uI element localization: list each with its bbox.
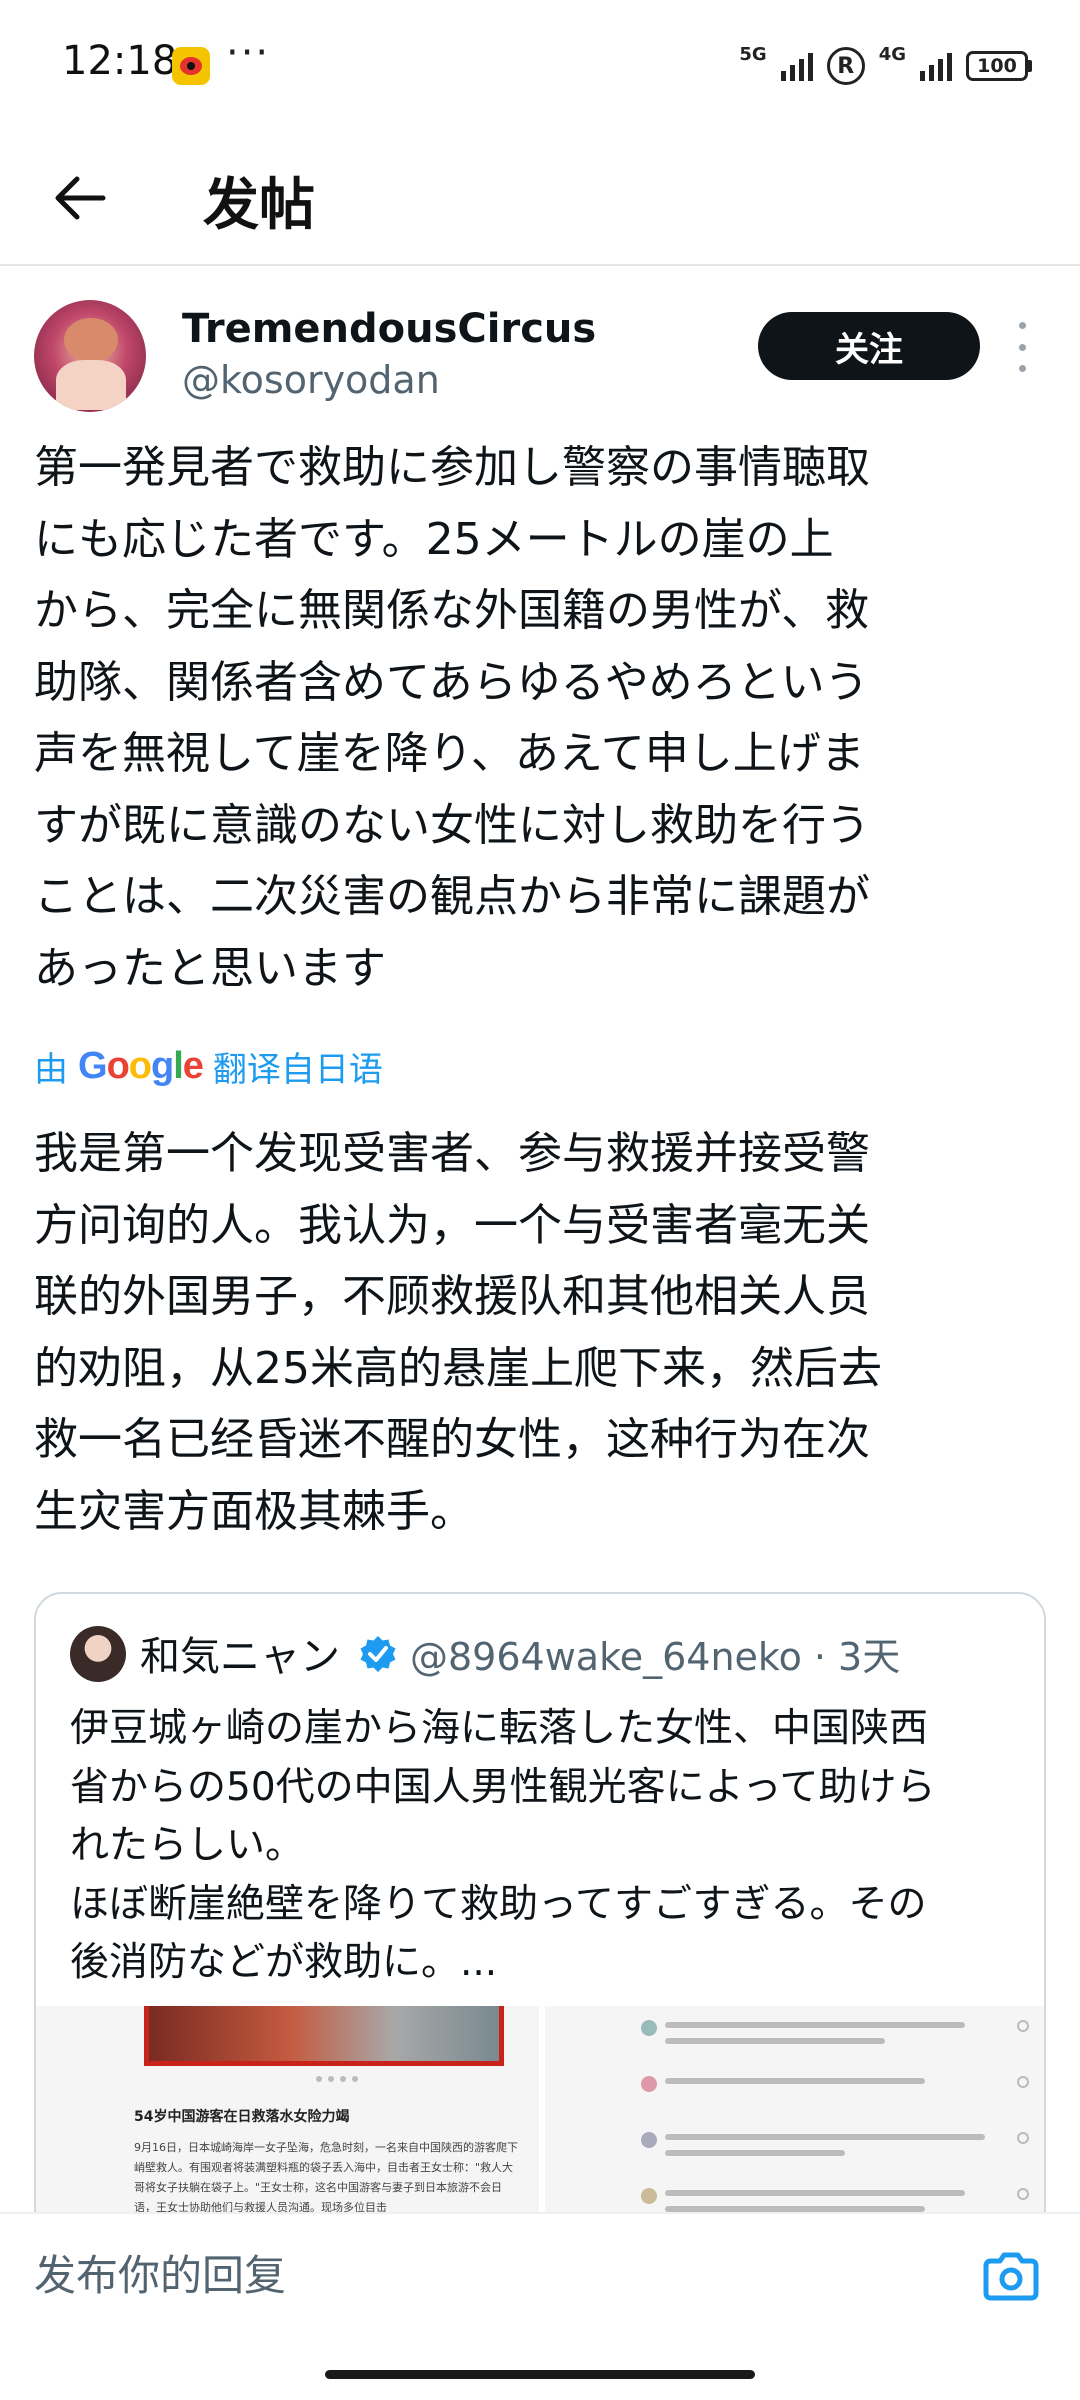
- roaming-icon: R: [826, 47, 865, 85]
- battery-level: 100: [966, 51, 1028, 81]
- translation-attribution[interactable]: 由 Google 翻译自日语: [34, 1042, 383, 1091]
- status-bar: 12:18 ··· 5G R 4G 100: [0, 0, 1080, 130]
- app-header: 发帖: [0, 130, 1080, 266]
- reply-input[interactable]: 发布你的回复: [34, 2242, 286, 2303]
- signal-icon: [780, 51, 813, 81]
- arrow-left-icon: [55, 176, 106, 220]
- quote-text: 伊豆城ヶ崎の崖から海に転落した女性、中国陕西 省からの50代の中国人男性観光客に…: [70, 1706, 936, 1985]
- status-indicators: 5G R 4G 100: [739, 38, 1032, 94]
- quoted-post[interactable]: 和気ニャン @8964wake_64neko · 3天 伊豆城ヶ崎の崖から海に転…: [34, 1592, 1046, 2252]
- google-logo: Google: [78, 1045, 204, 1087]
- back-button[interactable]: [40, 158, 120, 238]
- verified-badge-icon: [360, 1636, 396, 1672]
- quote-avatar: [70, 1626, 126, 1682]
- home-gesture-bar[interactable]: [325, 2370, 755, 2379]
- post-text: 第一発見者で救助に参加し警察の事情聴取 にも応じた者です。25メートルの崖の上 …: [34, 442, 870, 994]
- author-name[interactable]: TremendousCircus: [182, 306, 596, 352]
- news-image-title: 54岁中国游客在日救落水女险力竭: [134, 2109, 350, 2125]
- translate-suffix: 翻译自日语: [212, 1050, 383, 1090]
- follow-button[interactable]: 关注: [758, 312, 980, 380]
- author-handle[interactable]: @kosoryodan: [182, 358, 440, 402]
- quote-author-name: 和気ニャン: [140, 1634, 340, 1680]
- more-notifications-icon: ···: [226, 30, 271, 76]
- news-image-body: 9月16日，日本城崎海岸一女子坠海，危急时刻，一名来自中国陕西的游客爬下峭壁救人…: [134, 2141, 518, 2214]
- signal-icon: [920, 51, 952, 81]
- status-time: 12:18: [62, 38, 178, 84]
- network-5g-label: 5G: [739, 43, 767, 65]
- weibo-notification-icon: [172, 47, 210, 85]
- quote-handle-time: @8964wake_64neko · 3天: [410, 1635, 901, 1679]
- translated-text: 我是第一个发现受害者、参与救援并接受警 方问询的人。我认为，一个与受害者毫无关 …: [34, 1128, 882, 1537]
- page-title: 发帖: [203, 173, 315, 238]
- avatar[interactable]: [34, 300, 146, 412]
- translate-prefix: 由: [34, 1050, 68, 1090]
- camera-icon[interactable]: [982, 2252, 1040, 2302]
- battery-icon: 100: [966, 51, 1032, 81]
- network-4g-label: 4G: [878, 43, 906, 65]
- more-options-icon[interactable]: [1012, 322, 1032, 372]
- reply-bar: 发布你的回复: [0, 2212, 1080, 2336]
